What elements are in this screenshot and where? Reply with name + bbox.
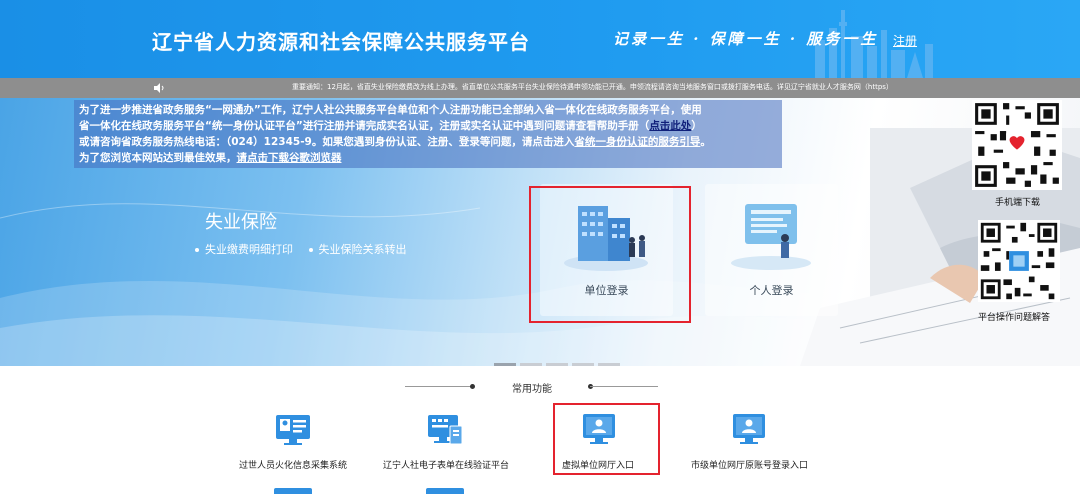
- monitor-user-icon: [733, 414, 765, 444]
- mobile-download-label: 手机端下载: [995, 198, 1041, 208]
- qr-code-panel: 手机端下载 平台操作问题解答: [970, 98, 1080, 326]
- hero-banner: 为了进一步推进省政务服务“一网通办”工作，辽宁人社公共服务平台单位和个人注册功能…: [0, 98, 1080, 366]
- announcement-line-3: 或请咨询省政务服务热线电话：（024）12345-9。如果您遇到身份认证、注册、…: [79, 134, 777, 150]
- speaker-icon: [154, 83, 164, 93]
- mobile-app-qr-code[interactable]: [972, 100, 1062, 190]
- help-manual-link[interactable]: 点击此处: [649, 120, 691, 132]
- carousel-dot[interactable]: [598, 363, 620, 366]
- next-row-icon-peek: [426, 488, 464, 494]
- function-label-eform-verify: 辽宁人社电子表单在线验证平台: [383, 461, 510, 471]
- identity-guide-link[interactable]: 省统一身份认证的服务引导: [574, 136, 700, 148]
- monitor-form-icon: [428, 415, 463, 445]
- insurance-links: 失业缴费明细打印 失业保险关系转出: [195, 241, 419, 257]
- insurance-link-1-label: 失业缴费明细打印: [205, 243, 293, 256]
- id-card-icon: [276, 415, 310, 445]
- function-label-cremation-info: 过世人员火化信息采集系统: [239, 461, 348, 471]
- register-link[interactable]: 注册: [893, 32, 917, 49]
- announcement-line-1: 为了进一步推进省政务服务“一网通办”工作，辽宁人社公共服务平台单位和个人注册功能…: [79, 104, 702, 116]
- announcement-line-3-text: 或请咨询省政务服务热线电话：（024）12345-9。如果您遇到身份认证、注册、…: [79, 136, 575, 148]
- heading-divider-right: [590, 386, 658, 387]
- insurance-title: 失业保险: [205, 212, 277, 233]
- bullet-icon: [308, 248, 313, 252]
- carousel-indicators: [494, 351, 624, 366]
- carousel-dot[interactable]: [520, 363, 542, 366]
- insurance-link-2[interactable]: 失业保险关系转出: [308, 241, 407, 257]
- announcement-box: 为了进一步推进省政务服务“一网通办”工作，辽宁人社公共服务平台单位和个人注册功能…: [74, 100, 782, 168]
- announcement-line-2-text: 省一体化在线政务服务平台“统一身份认证平台”进行注册并请完成实名认证，注册或实名…: [79, 120, 650, 132]
- announcement-line-2-end: ）: [691, 120, 702, 132]
- function-label-city-unit-hall: 市级单位网厅原账号登录入口: [691, 461, 809, 471]
- insurance-link-2-label: 失业保险关系转出: [318, 243, 407, 256]
- site-title: 辽宁省人力资源和社会保障公共服务平台: [152, 30, 530, 54]
- announcement-line-3-end: 。: [700, 136, 711, 148]
- heading-divider-left: [405, 386, 473, 387]
- announcement-line-4: 为了您浏览本网站达到最佳效果，请点击下载谷歌浏览器: [79, 150, 777, 166]
- carousel-dot[interactable]: [546, 363, 568, 366]
- notice-ticker[interactable]: 重要通知：12月起，省直失业保险缴费改为线上办理。省直单位公共服务平台失业保险待…: [292, 82, 893, 92]
- notice-bar: 重要通知：12月起，省直失业保险缴费改为线上办理。省直单位公共服务平台失业保险待…: [0, 78, 1080, 98]
- virtual-unit-hall-highlight: [553, 403, 660, 475]
- announcement-line-2: 省一体化在线政务服务平台“统一身份认证平台”进行注册并请完成实名认证，注册或实名…: [79, 118, 777, 134]
- carousel-dot[interactable]: [494, 363, 516, 366]
- announcement-line-4-text: 为了您浏览本网站达到最佳效果，: [79, 152, 237, 164]
- person-document-icon: [731, 204, 811, 270]
- next-row-icon-peek: [274, 488, 312, 494]
- site-header: 辽宁省人力资源和社会保障公共服务平台 记录一生 · 保障一生 · 服务一生 注册: [0, 0, 1080, 78]
- bullet-icon: [195, 248, 199, 252]
- carousel-dot[interactable]: [572, 363, 594, 366]
- help-qa-label: 平台操作问题解答: [978, 313, 1051, 323]
- person-login-card[interactable]: 个人登录: [705, 184, 838, 316]
- insurance-link-1[interactable]: 失业缴费明细打印: [195, 241, 293, 257]
- chrome-download-link[interactable]: 请点击下载谷歌浏览器: [237, 152, 342, 164]
- page: 辽宁省人力资源和社会保障公共服务平台 记录一生 · 保障一生 · 服务一生 注册: [0, 0, 1080, 494]
- site-slogan: 记录一生 · 保障一生 · 服务一生: [613, 30, 879, 48]
- common-functions-heading: 常用功能: [0, 378, 1080, 398]
- person-login-label: 个人登录: [749, 284, 794, 297]
- common-functions-title: 常用功能: [512, 384, 552, 395]
- unit-login-highlight: [529, 186, 691, 323]
- help-qr-code[interactable]: [978, 220, 1060, 302]
- heading-dot-left: [470, 384, 475, 389]
